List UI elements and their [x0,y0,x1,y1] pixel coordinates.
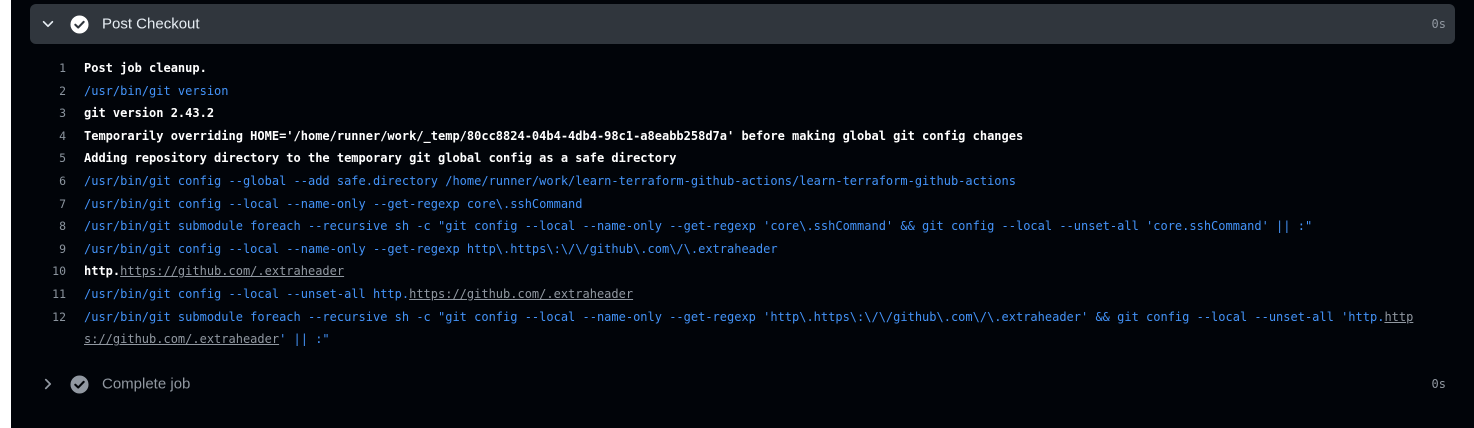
log-text-segment: http. [84,264,121,279]
line-number[interactable]: 5 [11,147,84,170]
line-number[interactable]: 10 [11,260,84,283]
line-number[interactable]: 12 [11,306,84,351]
log-line: 3 git version 2.43.2 [11,102,1474,125]
job-log-panel: Post Checkout 0s 1 Post job cleanup. 2/usr… [11,0,1474,428]
log-line: 4 Temporarily overriding HOME='/home/runn… [11,125,1474,148]
log-line: 2/usr/bin/git version [11,80,1474,103]
step-duration: 0s [1431,17,1446,31]
check-circle-icon [70,374,89,394]
log-text-segment: ' || :" [279,332,330,347]
step-header-complete-job[interactable]: Complete job 0s [30,364,1455,404]
step-title: Complete job [102,375,191,393]
log-text-segment: Adding repository directory to the tempo… [84,151,677,166]
log-text-segment: /usr/bin/git config --local --name-only … [84,241,778,256]
log-line: 5 Adding repository directory to the temp… [11,147,1474,170]
log-command-text: /usr/bin/git version [84,80,1474,103]
log-text-segment: Temporarily overriding HOME='/home/runne… [84,128,1024,143]
log-text-segment: /usr/bin/git submodule foreach --recursi… [84,219,1313,234]
chevron-right-icon[interactable] [41,377,55,391]
log-output-text: http.https://github.com/.extraheader [84,260,1474,283]
step-duration: 0s [1431,377,1446,391]
log-line: 6/usr/bin/git config --global --add safe… [11,170,1474,193]
line-number[interactable]: 8 [11,215,84,238]
log-line: 9/usr/bin/git config --local --name-only… [11,238,1474,261]
line-number[interactable]: 6 [11,170,84,193]
log-text-segment: Post job cleanup. [84,61,207,75]
log-line: 8/usr/bin/git submodule foreach --recurs… [11,215,1474,238]
log-text-segment: /usr/bin/git submodule foreach --recursi… [84,309,1385,324]
chevron-down-icon[interactable] [41,17,55,31]
log-output: 1 Post job cleanup. 2/usr/bin/git version 3… [11,57,1474,351]
log-command-text: /usr/bin/git config --local --name-only … [84,238,1474,261]
line-number[interactable]: 2 [11,80,84,103]
log-text-segment: /usr/bin/git config --local --name-only … [84,196,583,211]
log-link[interactable]: https://github.com/.extraheader [120,264,344,278]
log-command-text: /usr/bin/git config --global --add safe.… [84,170,1474,193]
line-number[interactable]: 9 [11,238,84,261]
log-text-segment: /usr/bin/git version [84,83,229,98]
log-command-text: /usr/bin/git config --local --name-only … [84,193,1474,216]
line-number[interactable]: 11 [11,283,84,306]
log-output-text: git version 2.43.2 [84,102,1474,125]
log-output-text: Adding repository directory to the tempo… [84,147,1474,170]
line-number[interactable]: 1 [11,57,84,80]
line-number[interactable]: 3 [11,102,84,125]
log-output-text: Temporarily overriding HOME='/home/runne… [84,125,1474,148]
line-number[interactable]: 4 [11,125,84,148]
log-command-text: /usr/bin/git submodule foreach --recursi… [84,306,1474,351]
log-command-text: /usr/bin/git submodule foreach --recursi… [84,215,1474,238]
log-line: 7/usr/bin/git config --local --name-only… [11,193,1474,216]
line-number[interactable]: 7 [11,193,84,216]
log-command-text: /usr/bin/git config --local --unset-all … [84,283,1474,306]
log-text-segment: /usr/bin/git config --local --unset-all … [84,286,410,301]
step-header-post-checkout[interactable]: Post Checkout 0s [30,4,1455,44]
log-line: 11/usr/bin/git config --local --unset-al… [11,283,1474,306]
log-line: 10 http.https://github.com/.extraheader [11,260,1474,283]
log-text-segment: git version 2.43.2 [84,106,215,121]
log-output-text: Post job cleanup. [84,57,1474,80]
log-line: 1 Post job cleanup. [11,57,1474,80]
step-title: Post Checkout [102,15,200,33]
log-link[interactable]: https://github.com/.extraheader [409,287,633,301]
log-text-segment: /usr/bin/git config --global --add safe.… [84,173,1016,188]
log-line: 12/usr/bin/git submodule foreach --recur… [11,306,1474,351]
check-circle-icon [70,14,89,34]
